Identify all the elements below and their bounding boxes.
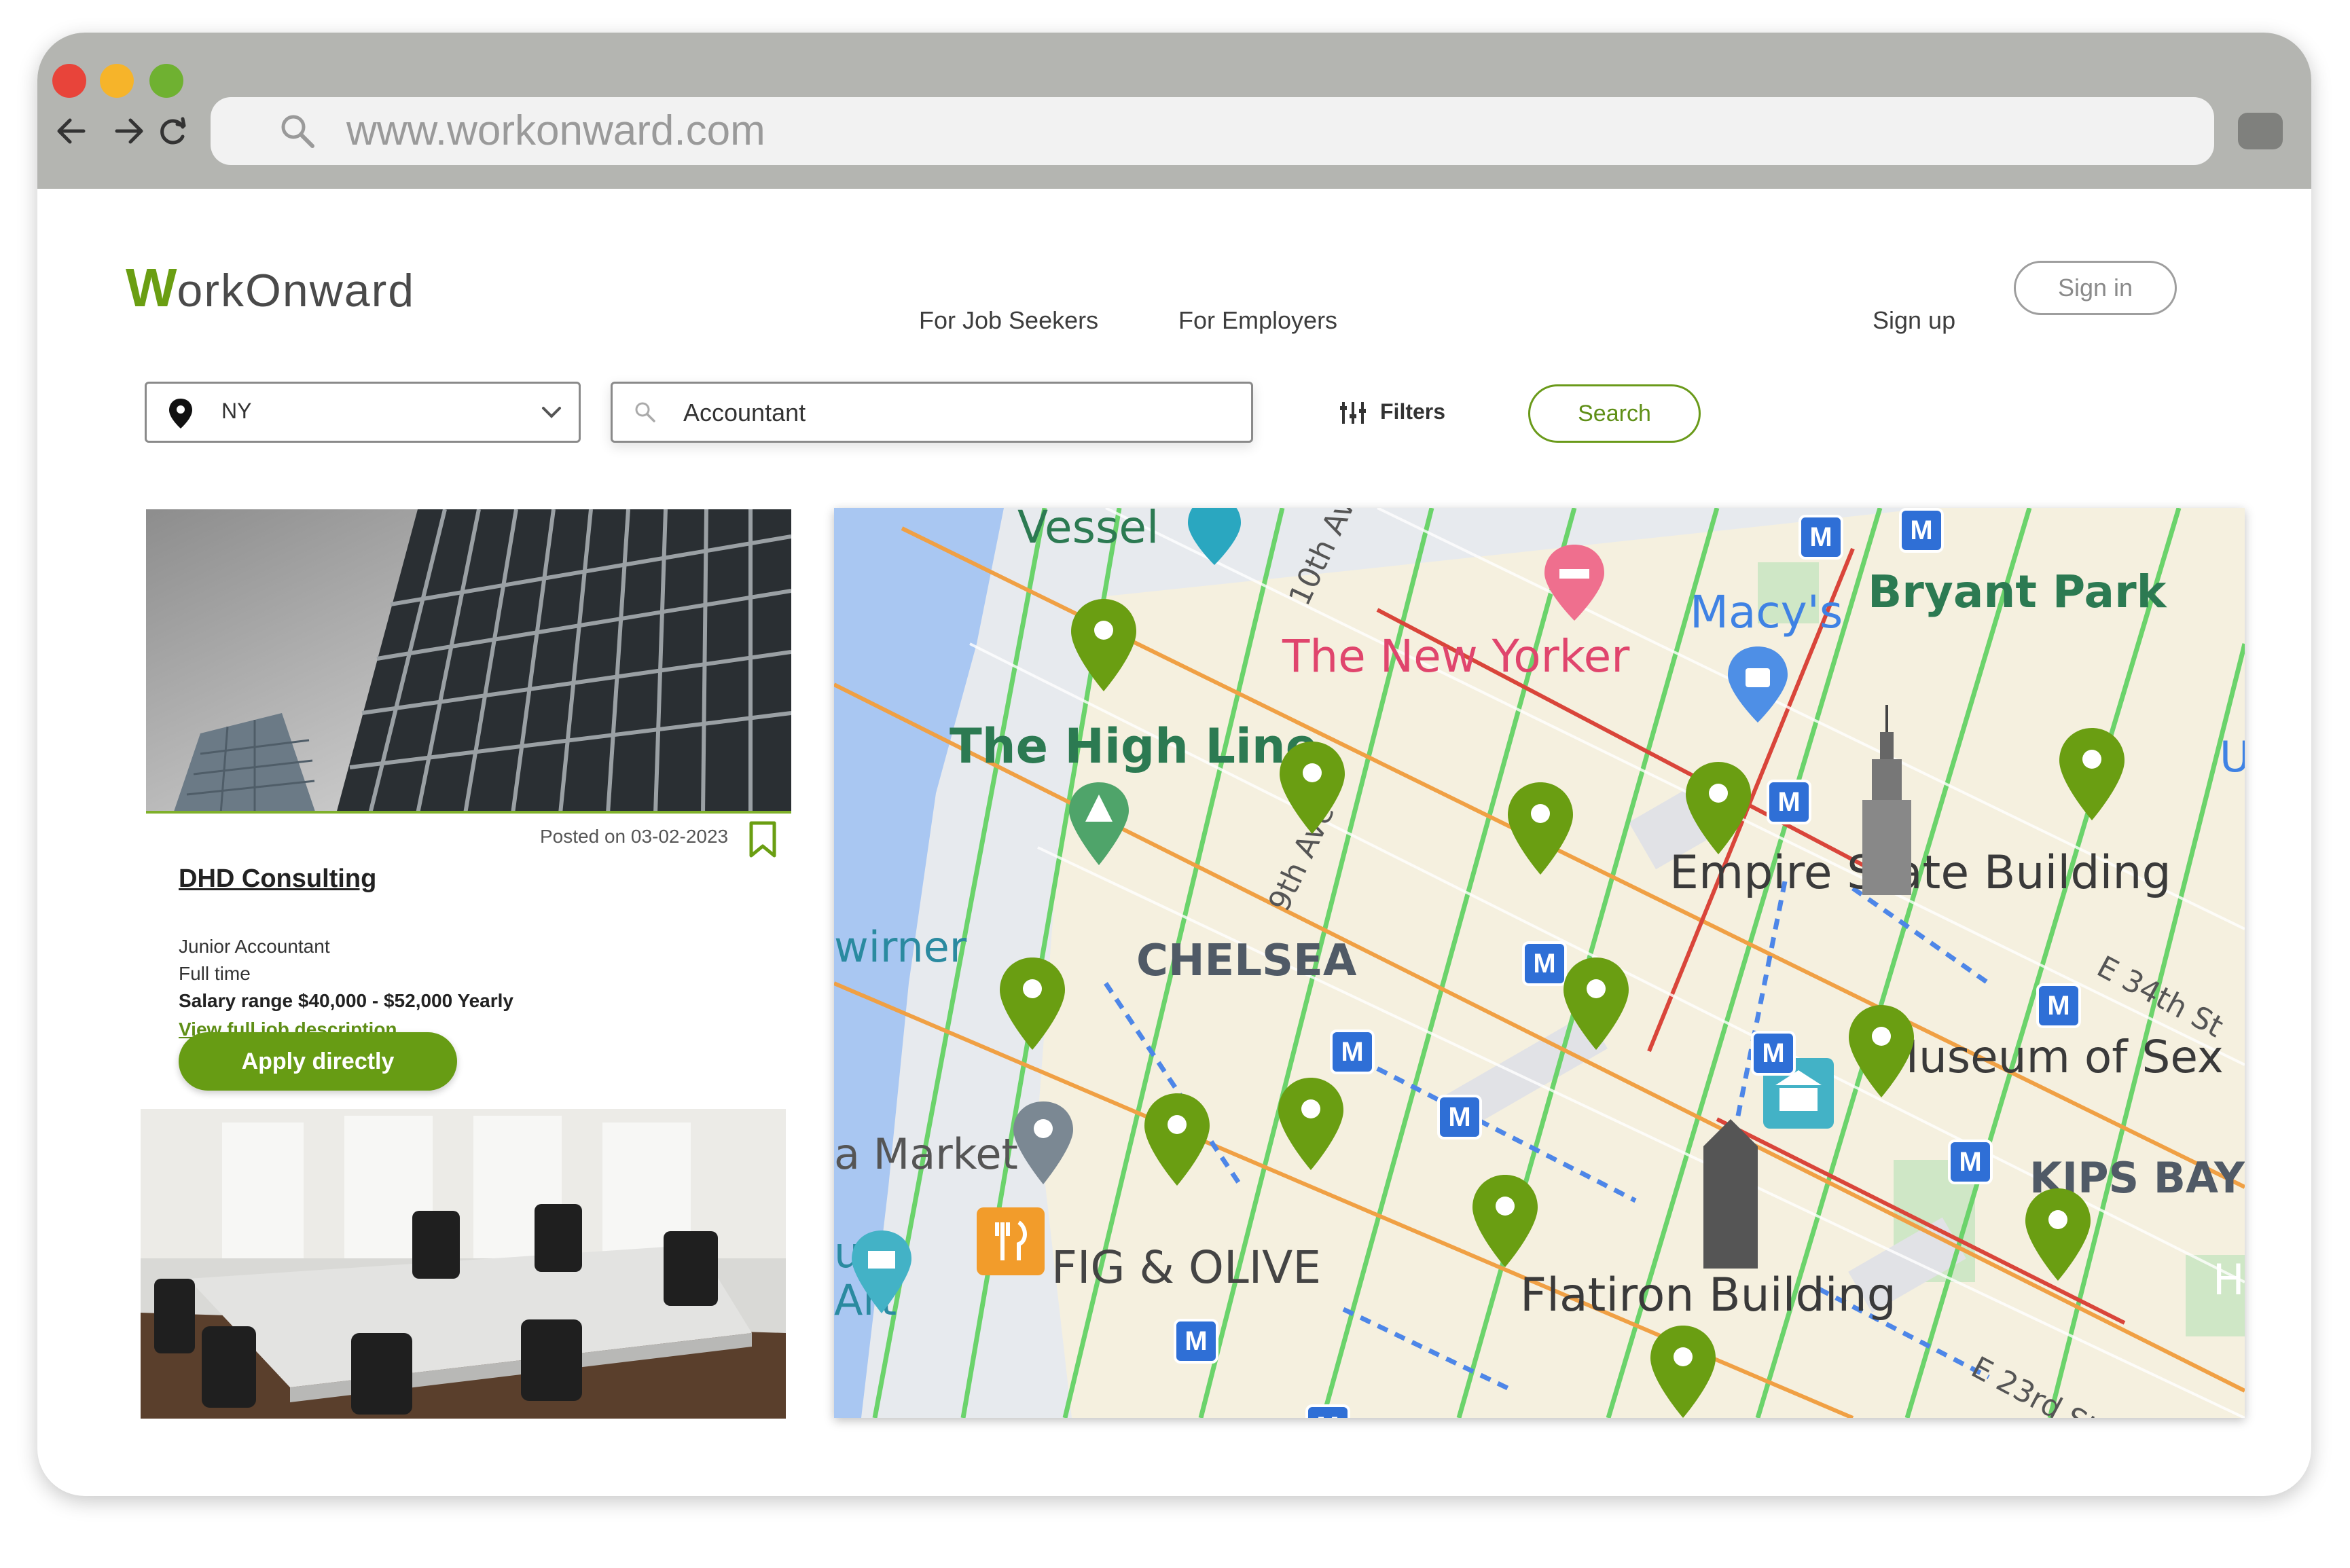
- job-location-pin-icon[interactable]: [1142, 1091, 1212, 1188]
- minimize-window-icon[interactable]: [100, 64, 134, 98]
- metro-station-icon[interactable]: M: [2036, 983, 2081, 1028]
- job-location-pin-icon[interactable]: [1683, 759, 1754, 857]
- search-icon: [281, 115, 314, 148]
- market-poi-icon[interactable]: [1009, 1099, 1077, 1187]
- restaurant-poi-icon[interactable]: [977, 1207, 1045, 1275]
- job-location-pin-icon[interactable]: [1470, 1172, 1540, 1270]
- conference-room-photo: [141, 1109, 786, 1419]
- map-label-new-yorker: The New Yorker: [1282, 630, 1630, 682]
- location-pin-icon: [169, 399, 192, 429]
- search-button[interactable]: Search: [1528, 384, 1701, 443]
- job-title: Junior Accountant: [179, 936, 330, 957]
- metro-station-icon[interactable]: M: [1751, 1031, 1796, 1076]
- job-location-pin-icon[interactable]: [1648, 1323, 1718, 1418]
- logo-letter: W: [126, 257, 177, 318]
- metro-station-icon[interactable]: M: [1305, 1404, 1350, 1418]
- job-location-pin-icon[interactable]: [1276, 1075, 1346, 1173]
- sliders-icon: [1340, 402, 1366, 424]
- nav-for-employers[interactable]: For Employers: [1178, 306, 1337, 335]
- company-name-link[interactable]: DHD Consulting: [179, 864, 376, 894]
- location-select[interactable]: NY: [145, 382, 581, 443]
- map-label-high-line: The High Line: [950, 718, 1318, 774]
- close-window-icon[interactable]: [52, 64, 86, 98]
- nav-for-job-seekers[interactable]: For Job Seekers: [919, 306, 1098, 335]
- salary-range: Salary range $40,000 - $52,000 Yearly: [179, 990, 513, 1011]
- map-label-vessel: Vessel: [1017, 508, 1159, 553]
- back-arrow-icon[interactable]: [51, 104, 92, 158]
- museum-poi-icon[interactable]: [848, 1228, 916, 1316]
- keyword-value: Accountant: [683, 399, 806, 426]
- location-value: NY: [221, 399, 252, 423]
- job-location-pin-icon[interactable]: [1846, 1002, 1917, 1100]
- forward-arrow-icon[interactable]: [109, 104, 149, 158]
- map-label-wirner: wirner: [834, 922, 967, 972]
- flatiron-building-icon[interactable]: [1697, 1119, 1765, 1269]
- map-label-flatiron: Flatiron Building: [1520, 1269, 1896, 1322]
- url-text: www.workonward.com: [346, 107, 765, 154]
- filters-label: Filters: [1380, 399, 1446, 424]
- apply-directly-button[interactable]: Apply directly: [179, 1032, 457, 1091]
- job-location-pin-icon[interactable]: [1277, 739, 1348, 837]
- map-label-u: U: [2220, 732, 2245, 782]
- office-building-photo: [146, 509, 791, 814]
- map-label-macys: Macy's: [1690, 586, 1843, 638]
- job-location-pin-icon[interactable]: [1068, 596, 1139, 694]
- bookmark-icon[interactable]: [747, 820, 778, 858]
- map-label-fig-olive: FIG & OLIVE: [1051, 1241, 1322, 1294]
- job-location-pin-icon[interactable]: [1561, 955, 1631, 1053]
- map-label-chelsea: CHELSEA: [1136, 936, 1357, 986]
- hotel-poi-icon[interactable]: [1540, 542, 1608, 623]
- search-icon: [635, 402, 655, 422]
- job-location-pin-icon[interactable]: [1505, 780, 1576, 877]
- sign-up-link[interactable]: Sign up: [1873, 306, 1955, 335]
- tab-overview-button[interactable]: [2238, 113, 2283, 149]
- job-location-pin-icon[interactable]: [2057, 725, 2127, 823]
- posted-date: Posted on 03-02-2023: [540, 826, 729, 847]
- metro-station-icon[interactable]: M: [1767, 780, 1811, 824]
- park-poi-icon[interactable]: [1065, 780, 1133, 868]
- metro-station-icon[interactable]: M: [1174, 1319, 1218, 1364]
- job-location-pin-icon[interactable]: [2023, 1186, 2093, 1283]
- metro-station-icon[interactable]: M: [1437, 1095, 1482, 1139]
- job-type: Full time: [179, 963, 251, 984]
- sign-in-button[interactable]: Sign in: [2014, 261, 2177, 315]
- metro-station-icon[interactable]: M: [1948, 1139, 1993, 1184]
- empire-state-building-icon[interactable]: [1853, 705, 1921, 895]
- map-label-museum-of-sex: Museum of Sex: [1880, 1031, 2224, 1083]
- logo-text: orkOnward: [177, 265, 416, 316]
- reload-icon[interactable]: [153, 104, 194, 158]
- job-location-pin-icon[interactable]: [997, 955, 1068, 1053]
- map-label-h: H: [2213, 1255, 2245, 1305]
- metro-station-icon[interactable]: M: [1798, 515, 1843, 560]
- maximize-window-icon[interactable]: [149, 64, 183, 98]
- shopping-poi-icon[interactable]: [1724, 644, 1792, 725]
- workonward-logo[interactable]: WorkOnward: [126, 257, 415, 319]
- metro-station-icon[interactable]: M: [1330, 1029, 1375, 1074]
- map-label-market: a Market: [834, 1129, 1018, 1179]
- address-bar[interactable]: www.workonward.com: [211, 97, 2214, 165]
- map-label-bryant-park: Bryant Park: [1868, 566, 2167, 618]
- vessel-poi-icon[interactable]: [1184, 508, 1245, 569]
- browser-window: www.workonward.com WorkOnward For Job Se…: [37, 33, 2311, 1496]
- keyword-search-input[interactable]: Accountant: [611, 382, 1253, 443]
- chevron-down-icon: [542, 407, 561, 418]
- metro-station-icon[interactable]: M: [1899, 508, 1944, 553]
- job-map[interactable]: Vessel The High Line The New Yorker Macy…: [834, 508, 2245, 1418]
- browser-chrome: www.workonward.com: [37, 33, 2311, 189]
